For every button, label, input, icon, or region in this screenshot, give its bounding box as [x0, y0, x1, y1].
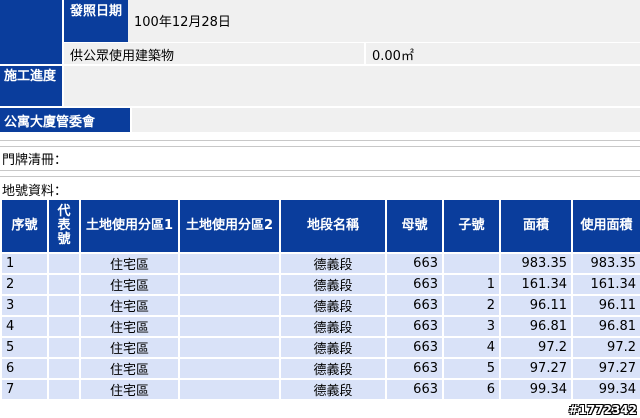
- cell-area: 983.35: [501, 254, 571, 273]
- col-child: 子號: [444, 200, 499, 252]
- cell-section: 德義段: [281, 296, 385, 315]
- land-info-label: 地號資料：: [2, 184, 68, 199]
- cell-used-area: 96.11: [573, 296, 640, 315]
- land-table: 序號 代表號 土地使用分區1 土地使用分區2 地段名稱 母號 子號 面積 使用面…: [0, 198, 640, 401]
- col-section: 地段名稱: [281, 200, 385, 252]
- cell-zone1: 住宅區: [81, 296, 178, 315]
- cell-child: [444, 254, 499, 273]
- cell-zone1: 住宅區: [81, 275, 178, 294]
- cell-child: 1: [444, 275, 499, 294]
- management-committee-value: [132, 108, 640, 132]
- permit-header-block: [0, 0, 62, 64]
- col-parent: 母號: [387, 200, 442, 252]
- cell-seq: 7: [2, 380, 47, 399]
- public-area-value: 0.00㎡: [364, 43, 640, 64]
- land-table-header: 序號 代表號 土地使用分區1 土地使用分區2 地段名稱 母號 子號 面積 使用面…: [2, 200, 640, 252]
- cell-section: 德義段: [281, 338, 385, 357]
- door-list-label: 門牌清冊：: [2, 153, 68, 168]
- cell-zone2: [180, 317, 279, 336]
- cell-used-area: 983.35: [573, 254, 640, 273]
- cell-seq: 1: [2, 254, 47, 273]
- cell-used-area: 161.34: [573, 275, 640, 294]
- public-area-label: 供公眾使用建築物: [62, 43, 364, 64]
- construction-progress-label: 施工進度: [0, 66, 62, 106]
- cell-used-area: 97.2: [573, 338, 640, 357]
- cell-zone2: [180, 254, 279, 273]
- cell-rep: [49, 275, 79, 294]
- cell-area: 97.27: [501, 359, 571, 378]
- cell-seq: 4: [2, 317, 47, 336]
- cell-area: 96.81: [501, 317, 571, 336]
- cell-zone1: 住宅區: [81, 380, 178, 399]
- divider: [0, 170, 640, 171]
- divider: [0, 146, 640, 147]
- table-row: 5 住宅區 德義段 663 4 97.2 97.2: [2, 338, 640, 357]
- cell-rep: [49, 338, 79, 357]
- cell-rep: [49, 359, 79, 378]
- col-seq: 序號: [2, 200, 47, 252]
- cell-section: 德義段: [281, 380, 385, 399]
- col-zone1: 土地使用分區1: [81, 200, 178, 252]
- cell-rep: [49, 296, 79, 315]
- cell-area: 161.34: [501, 275, 571, 294]
- cell-zone1: 住宅區: [81, 338, 178, 357]
- cell-area: 96.11: [501, 296, 571, 315]
- cell-zone1: 住宅區: [81, 359, 178, 378]
- table-row: 1 住宅區 德義段 663 983.35 983.35: [2, 254, 640, 273]
- cell-used-area: 97.27: [573, 359, 640, 378]
- cell-parent: 663: [387, 275, 442, 294]
- construction-progress-value: [64, 66, 640, 106]
- issue-date-value: 100年12月28日: [128, 0, 640, 42]
- col-rep: 代表號: [49, 200, 79, 252]
- cell-parent: 663: [387, 338, 442, 357]
- cell-zone2: [180, 380, 279, 399]
- table-row: 7 住宅區 德義段 663 6 99.34 99.34: [2, 380, 640, 399]
- table-row: 2 住宅區 德義段 663 1 161.34 161.34: [2, 275, 640, 294]
- col-rep-label: 代表號: [57, 204, 71, 247]
- cell-parent: 663: [387, 380, 442, 399]
- cell-parent: 663: [387, 317, 442, 336]
- cell-child: 5: [444, 359, 499, 378]
- cell-parent: 663: [387, 254, 442, 273]
- cell-child: 6: [444, 380, 499, 399]
- cell-zone1: 住宅區: [81, 317, 178, 336]
- table-row: 6 住宅區 德義段 663 5 97.27 97.27: [2, 359, 640, 378]
- cell-seq: 5: [2, 338, 47, 357]
- cell-used-area: 96.81: [573, 317, 640, 336]
- cell-used-area: 99.34: [573, 380, 640, 399]
- cell-zone1: 住宅區: [81, 254, 178, 273]
- cell-rep: [49, 254, 79, 273]
- cell-section: 德義段: [281, 317, 385, 336]
- cell-section: 德義段: [281, 359, 385, 378]
- cell-section: 德義段: [281, 254, 385, 273]
- management-committee-label: 公寓大廈管委會: [0, 108, 130, 132]
- cell-rep: [49, 380, 79, 399]
- cell-child: 3: [444, 317, 499, 336]
- cell-zone2: [180, 275, 279, 294]
- cell-zone2: [180, 296, 279, 315]
- cell-seq: 2: [2, 275, 47, 294]
- cell-rep: [49, 317, 79, 336]
- cell-seq: 6: [2, 359, 47, 378]
- cell-child: 2: [444, 296, 499, 315]
- divider: [0, 140, 640, 141]
- cell-section: 德義段: [281, 275, 385, 294]
- watermark-text: #1772342: [568, 403, 637, 417]
- col-area: 面積: [501, 200, 571, 252]
- cell-child: 4: [444, 338, 499, 357]
- col-zone2: 土地使用分區2: [180, 200, 279, 252]
- cell-seq: 3: [2, 296, 47, 315]
- cell-area: 97.2: [501, 338, 571, 357]
- col-used-area: 使用面積: [573, 200, 640, 252]
- cell-zone2: [180, 359, 279, 378]
- table-row: 4 住宅區 德義段 663 3 96.81 96.81: [2, 317, 640, 336]
- issue-date-label: 發照日期: [62, 0, 128, 42]
- divider: [0, 176, 640, 177]
- cell-area: 99.34: [501, 380, 571, 399]
- cell-parent: 663: [387, 359, 442, 378]
- cell-parent: 663: [387, 296, 442, 315]
- table-row: 3 住宅區 德義段 663 2 96.11 96.11: [2, 296, 640, 315]
- cell-zone2: [180, 338, 279, 357]
